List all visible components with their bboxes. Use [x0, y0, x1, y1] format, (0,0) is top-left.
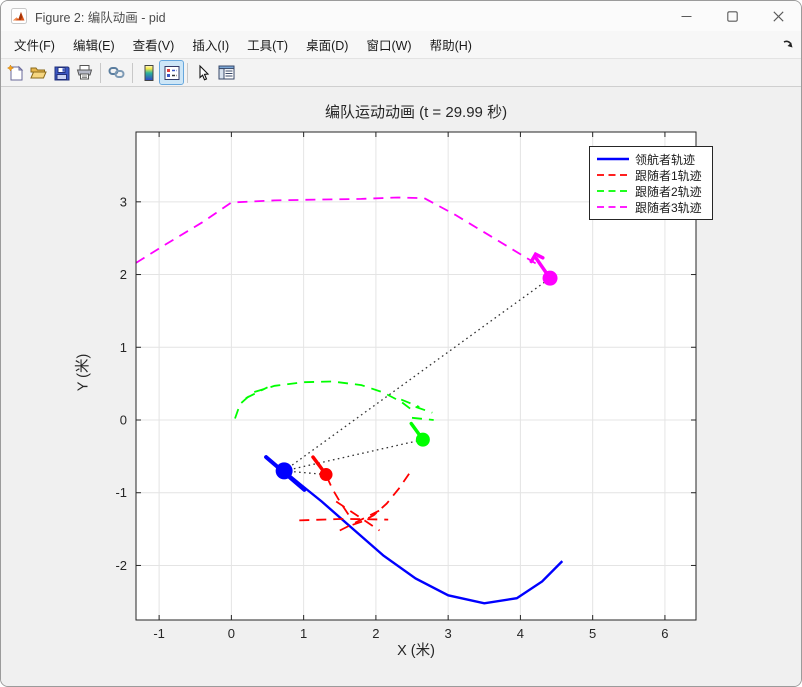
menu-bar: 文件(F) 编辑(E) 查看(V) 插入(I) 工具(T) 桌面(D) 窗口(W…	[1, 31, 801, 59]
figure-window: Figure 2: 编队动画 - pid 文件(F) 编辑(E) 查看(V) 插…	[0, 0, 802, 687]
legend-entry-follower3: 跟随者3轨迹	[596, 199, 706, 215]
insert-legend-icon	[164, 65, 179, 80]
menu-desktop[interactable]: 桌面(D)	[297, 31, 357, 58]
menu-window[interactable]: 窗口(W)	[357, 31, 420, 58]
title-bar[interactable]: Figure 2: 编队动画 - pid	[1, 1, 801, 32]
legend-line-sample	[597, 157, 629, 161]
edit-plot-icon	[198, 64, 209, 81]
dock-figure-button[interactable]	[782, 38, 795, 51]
svg-text:1: 1	[120, 340, 127, 355]
dock-figure-arrow-icon	[783, 40, 793, 48]
new-figure-icon	[6, 63, 23, 80]
svg-text:-2: -2	[115, 558, 127, 573]
insert-legend-button[interactable]	[159, 60, 184, 85]
close-icon	[772, 10, 784, 22]
legend-label: 跟随者1轨迹	[635, 168, 702, 183]
property-inspector-icon	[218, 65, 235, 80]
figure-canvas: -1 0 1 2 3 4 5 6 -2 -1 0 1 2 3 编队运动动画 (t = 29.99 秒) X…	[1, 87, 801, 686]
toolbar-separator	[187, 62, 188, 83]
menu-tools[interactable]: 工具(T)	[238, 31, 297, 58]
toolbar-separator	[100, 62, 101, 83]
open-file-button[interactable]	[27, 61, 50, 84]
svg-text:-1: -1	[115, 485, 127, 500]
legend-line-sample	[597, 206, 629, 208]
svg-text:0: 0	[120, 413, 127, 428]
edit-plot-button[interactable]	[192, 61, 215, 84]
legend-line-sample	[597, 190, 629, 192]
figure-toolbar	[1, 59, 801, 87]
insert-colorbar-icon	[144, 64, 153, 81]
insert-colorbar-button[interactable]	[137, 61, 160, 84]
print-figure-button[interactable]	[73, 61, 96, 84]
save-figure-icon	[54, 66, 69, 80]
close-button[interactable]	[755, 1, 801, 31]
menu-help[interactable]: 帮助(H)	[421, 31, 481, 58]
legend-line-sample	[597, 174, 629, 176]
minimize-button[interactable]	[663, 1, 709, 31]
svg-text:3: 3	[120, 194, 127, 209]
matlab-logo-icon	[11, 8, 27, 24]
menu-view[interactable]: 查看(V)	[124, 31, 184, 58]
legend-label: 领航者轨迹	[635, 152, 696, 167]
new-figure-button[interactable]	[4, 61, 27, 84]
menu-file[interactable]: 文件(F)	[5, 31, 64, 58]
legend-box[interactable]: 领航者轨迹 跟随者1轨迹 跟随者2轨迹 跟随者3轨迹	[589, 146, 713, 220]
toolbar-separator	[132, 62, 133, 83]
maximize-icon	[726, 10, 738, 22]
minimize-icon	[681, 15, 691, 17]
open-file-icon	[30, 67, 47, 79]
legend-label: 跟随者3轨迹	[635, 200, 702, 215]
print-figure-icon	[76, 65, 93, 80]
save-figure-button[interactable]	[50, 61, 73, 84]
x-axis-label: X (米)	[397, 643, 435, 659]
legend-entry-follower2: 跟随者2轨迹	[596, 183, 706, 199]
legend-entry-follower1: 跟随者1轨迹	[596, 167, 706, 183]
plot-title: 编队运动动画 (t = 29.99 秒)	[324, 104, 508, 121]
link-plot-icon	[108, 67, 125, 78]
y-axis-label: Y (米)	[75, 353, 92, 392]
legend-entry-leader: 领航者轨迹	[596, 151, 706, 167]
property-inspector-button[interactable]	[215, 61, 238, 84]
window-title: Figure 2: 编队动画 - pid	[35, 10, 166, 25]
menu-insert[interactable]: 插入(I)	[183, 31, 238, 58]
maximize-button[interactable]	[709, 1, 755, 31]
link-plot-button[interactable]	[105, 61, 128, 84]
menu-edit[interactable]: 编辑(E)	[64, 31, 124, 58]
svg-text:2: 2	[120, 267, 127, 282]
legend-label: 跟随者2轨迹	[635, 184, 702, 199]
